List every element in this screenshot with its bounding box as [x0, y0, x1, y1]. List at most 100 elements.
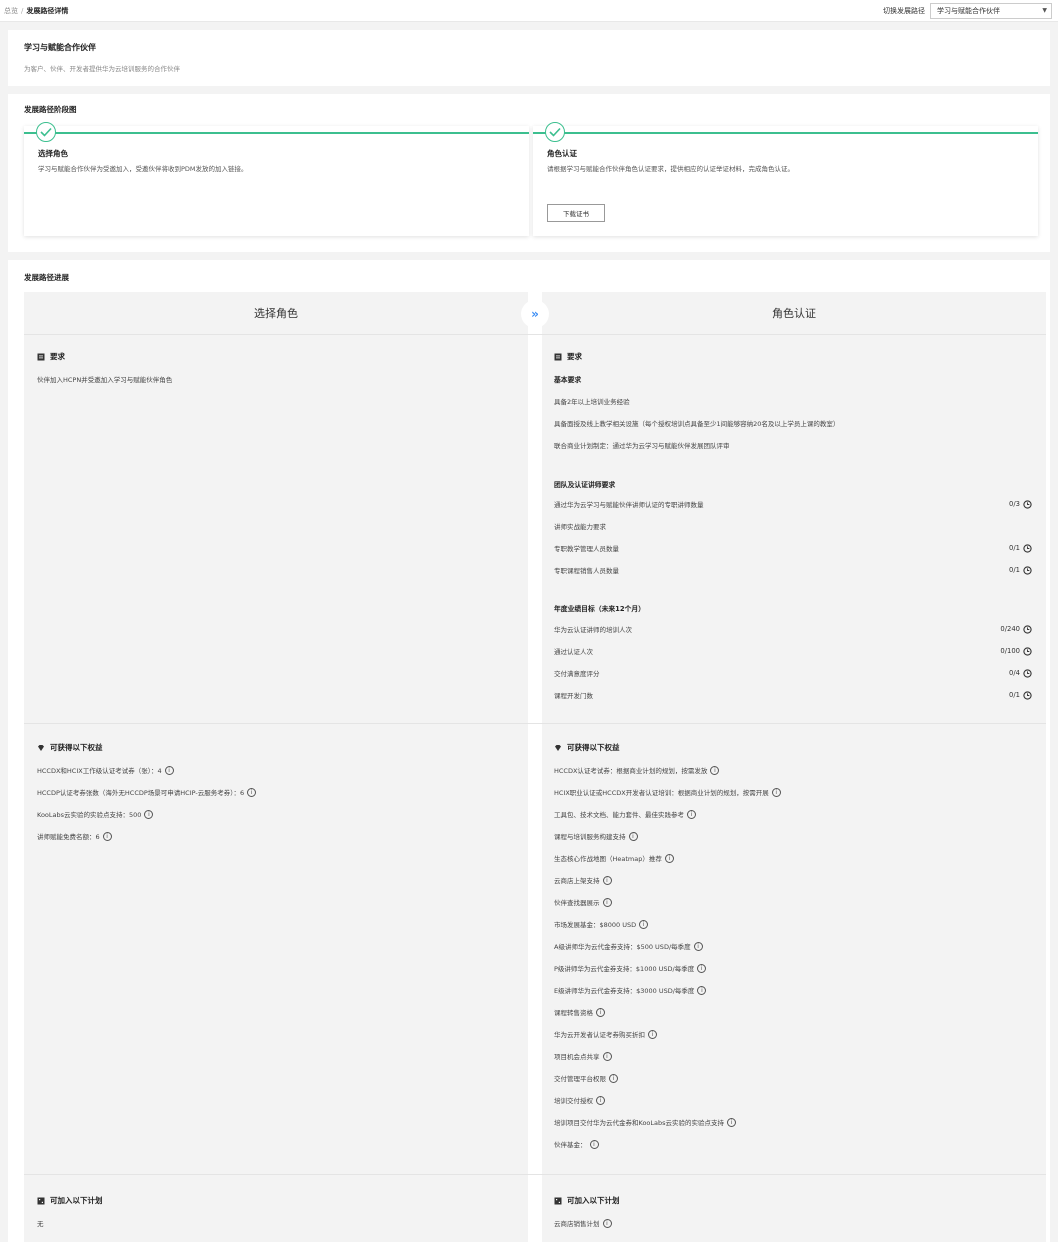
path-select[interactable]: 学习与赋能合作伙伴 ▼ — [930, 2, 1052, 19]
info-icon[interactable]: i — [589, 1139, 599, 1149]
benefits-heading: 可获得以下权益 — [554, 742, 620, 753]
chevron-down-icon: ▼ — [1042, 7, 1047, 14]
info-icon[interactable]: i — [648, 1029, 657, 1039]
stage-description: 学习与赋能合作伙伴为受邀加入，受邀伙伴将收到PDM发放的加入链接。 — [38, 165, 248, 173]
plans-title: 可加入以下计划 — [567, 1196, 620, 1205]
requirements-title: 要求 — [567, 352, 582, 361]
info-icon[interactable]: i — [697, 963, 707, 973]
progress-count: 0/1 — [1009, 544, 1020, 552]
info-icon[interactable]: i — [693, 941, 703, 951]
info-icon[interactable]: i — [247, 787, 257, 797]
requirement-item: 专职教学管理人员数量 0/1 — [554, 543, 1032, 553]
clock-icon — [1023, 624, 1032, 634]
left-requirements: 要求 伙伴加入HCPN并受邀加入学习与赋能伙伴角色 — [24, 335, 528, 723]
info-icon[interactable]: i — [727, 1117, 737, 1127]
benefit-item: 课程转售资格 i — [554, 1007, 605, 1017]
benefit-item: A级讲师华为云代金券支持：$500 USD/每季度 i — [554, 941, 703, 951]
info-icon[interactable]: i — [687, 809, 696, 819]
benefit-item: 培训项目交付华为云代金券和KooLabs云实验的实验点支持 i — [554, 1117, 737, 1127]
progress-title: 发展路径进展 — [24, 273, 69, 282]
benefit-item: 伙伴基金： i — [554, 1139, 599, 1149]
benefit-item: 培训交付授权 i — [554, 1095, 605, 1105]
plans-heading: 可加入以下计划 — [37, 1195, 103, 1206]
info-icon[interactable]: i — [602, 897, 612, 907]
info-icon[interactable]: i — [664, 853, 674, 863]
info-icon[interactable]: i — [102, 831, 112, 841]
breadcrumb-separator: / — [21, 6, 24, 15]
info-icon[interactable]: i — [771, 787, 781, 797]
stage-title: 选择角色 — [38, 149, 68, 158]
requirement-item: 交付满意度评分 0/4 — [554, 668, 1032, 678]
benefit-item: 交付管理平台权限 i — [554, 1073, 618, 1083]
diamond-icon — [555, 744, 561, 751]
benefit-item: 市场发展基金：$8000 USD i — [554, 919, 649, 929]
benefit-item: 云商店上架支持 i — [554, 875, 612, 885]
requirements-heading: 要求 — [37, 351, 65, 362]
path-select-value: 学习与赋能合作伙伴 — [937, 6, 1000, 15]
basic-requirements-heading: 基本要求 — [554, 376, 582, 384]
calculator-icon — [37, 1197, 45, 1204]
clock-icon — [1023, 690, 1032, 700]
info-icon[interactable]: i — [609, 1073, 618, 1083]
team-requirements-heading: 团队及认证讲师要求 — [554, 481, 616, 489]
clock-icon — [1023, 565, 1032, 575]
info-icon[interactable]: i — [628, 831, 638, 841]
benefits-title: 可获得以下权益 — [50, 743, 103, 752]
right-benefits: 可获得以下权益 HCCDX认证考试券：根据商业计划的规划，按需发放 i HCIX职… — [542, 724, 1046, 1174]
requirement-item: 具备面授及线上教学相关设施（每个授权培训点具备至少1间能够容纳20名及以上学员上… — [554, 420, 840, 428]
progress-count: 0/1 — [1009, 691, 1020, 699]
benefit-item: HCCDP认证考券张数（海外无HCCDP场景可申请HCIP-云服务考券）：6 i — [37, 787, 257, 797]
benefit-item: HCIX职业认证或HCCDX开发者认证培训：根据商业计划的规划，按需开展 i — [554, 787, 781, 797]
right-requirements: 要求 基本要求 具备2年以上培训业务经验 具备面授及线上教学相关设施（每个授权培… — [542, 335, 1046, 723]
check-circle-icon — [545, 122, 565, 142]
progress-count: 0/4 — [1009, 669, 1020, 677]
column-header-select-role: 选择角色 — [24, 292, 528, 334]
benefit-item: 课程与培训服务构建支持 i — [554, 831, 638, 841]
stage-card-select-role: 选择角色 学习与赋能合作伙伴为受邀加入，受邀伙伴将收到PDM发放的加入链接。 — [24, 122, 529, 236]
download-certificate-button[interactable]: 下载证书 — [547, 204, 605, 222]
info-icon[interactable]: i — [144, 809, 154, 819]
clock-icon — [1023, 668, 1032, 678]
info-icon[interactable]: i — [596, 1007, 605, 1017]
info-icon[interactable]: i — [602, 1051, 612, 1061]
benefits-title: 可获得以下权益 — [567, 743, 620, 752]
requirement-item: 通过华为云学习与赋能伙伴讲师认证的专职讲师数量 0/3 — [554, 499, 1032, 509]
benefit-item: 生态核心作战地图（Heatmap）推荐 i — [554, 853, 674, 863]
top-bar: 总览 / 发展路径详情 切换发展路径 学习与赋能合作伙伴 ▼ — [0, 0, 1058, 22]
stage-progress-line — [24, 132, 529, 134]
clipboard-icon — [554, 353, 562, 360]
stage-card-role-cert: 角色认证 请根据学习与赋能合作伙伴角色认证要求，提供相应的认证举证材料，完成角色… — [533, 122, 1038, 236]
info-icon[interactable]: i — [602, 1218, 612, 1228]
clock-icon — [1023, 499, 1032, 509]
benefit-item: KooLabs云实验的实验点支持：500 i — [37, 809, 154, 819]
right-plans: 可加入以下计划 云商店销售计划 i — [542, 1175, 1046, 1242]
info-icon[interactable]: i — [697, 985, 707, 995]
plans-heading: 可加入以下计划 — [554, 1195, 620, 1206]
left-benefits: 可获得以下权益 HCCDX和HCIX工作级认证考试券（张）：4 i HCCDP认证… — [24, 724, 528, 1174]
info-icon[interactable]: i — [710, 765, 720, 775]
left-plans: 可加入以下计划 无 — [24, 1175, 528, 1242]
info-icon[interactable]: i — [164, 765, 174, 775]
benefit-item: E级讲师华为云代金券支持：$3000 USD/每季度 i — [554, 985, 707, 995]
info-icon[interactable]: i — [639, 919, 649, 929]
info-icon[interactable]: i — [602, 875, 612, 885]
requirements-title: 要求 — [50, 352, 65, 361]
column-header-role-cert: 角色认证 — [542, 292, 1046, 334]
clock-icon — [1023, 543, 1032, 553]
stage-title: 角色认证 — [547, 149, 577, 158]
page-description: 为客户、伙伴、开发者提供华为云培训服务的合作伙伴 — [24, 65, 180, 73]
info-icon[interactable]: i — [596, 1095, 605, 1105]
breadcrumb-root-link[interactable]: 总览 — [4, 6, 18, 16]
benefits-heading: 可获得以下权益 — [37, 742, 103, 753]
requirement-item: 华为云认证讲师的培训人次 0/240 — [554, 624, 1032, 634]
stage-progress-line — [533, 132, 1038, 134]
requirement-item: 具备2年以上培训业务经验 — [554, 398, 630, 406]
page-title: 学习与赋能合作伙伴 — [24, 43, 96, 52]
requirement-item: 课程开发门数 0/1 — [554, 690, 1032, 700]
benefit-item: HCCDX认证考试券：根据商业计划的规划，按需发放 i — [554, 765, 720, 775]
benefit-item: 讲师赋能免费名额：6 i — [37, 831, 112, 841]
requirement-item: 讲师实战能力要求 — [554, 523, 606, 531]
benefit-item: 华为云开发者认证考券购买折扣 i — [554, 1029, 657, 1039]
annual-target-heading: 年度业绩目标（未来12个月） — [554, 605, 646, 613]
benefit-item: 项目机会点共享 i — [554, 1051, 612, 1061]
